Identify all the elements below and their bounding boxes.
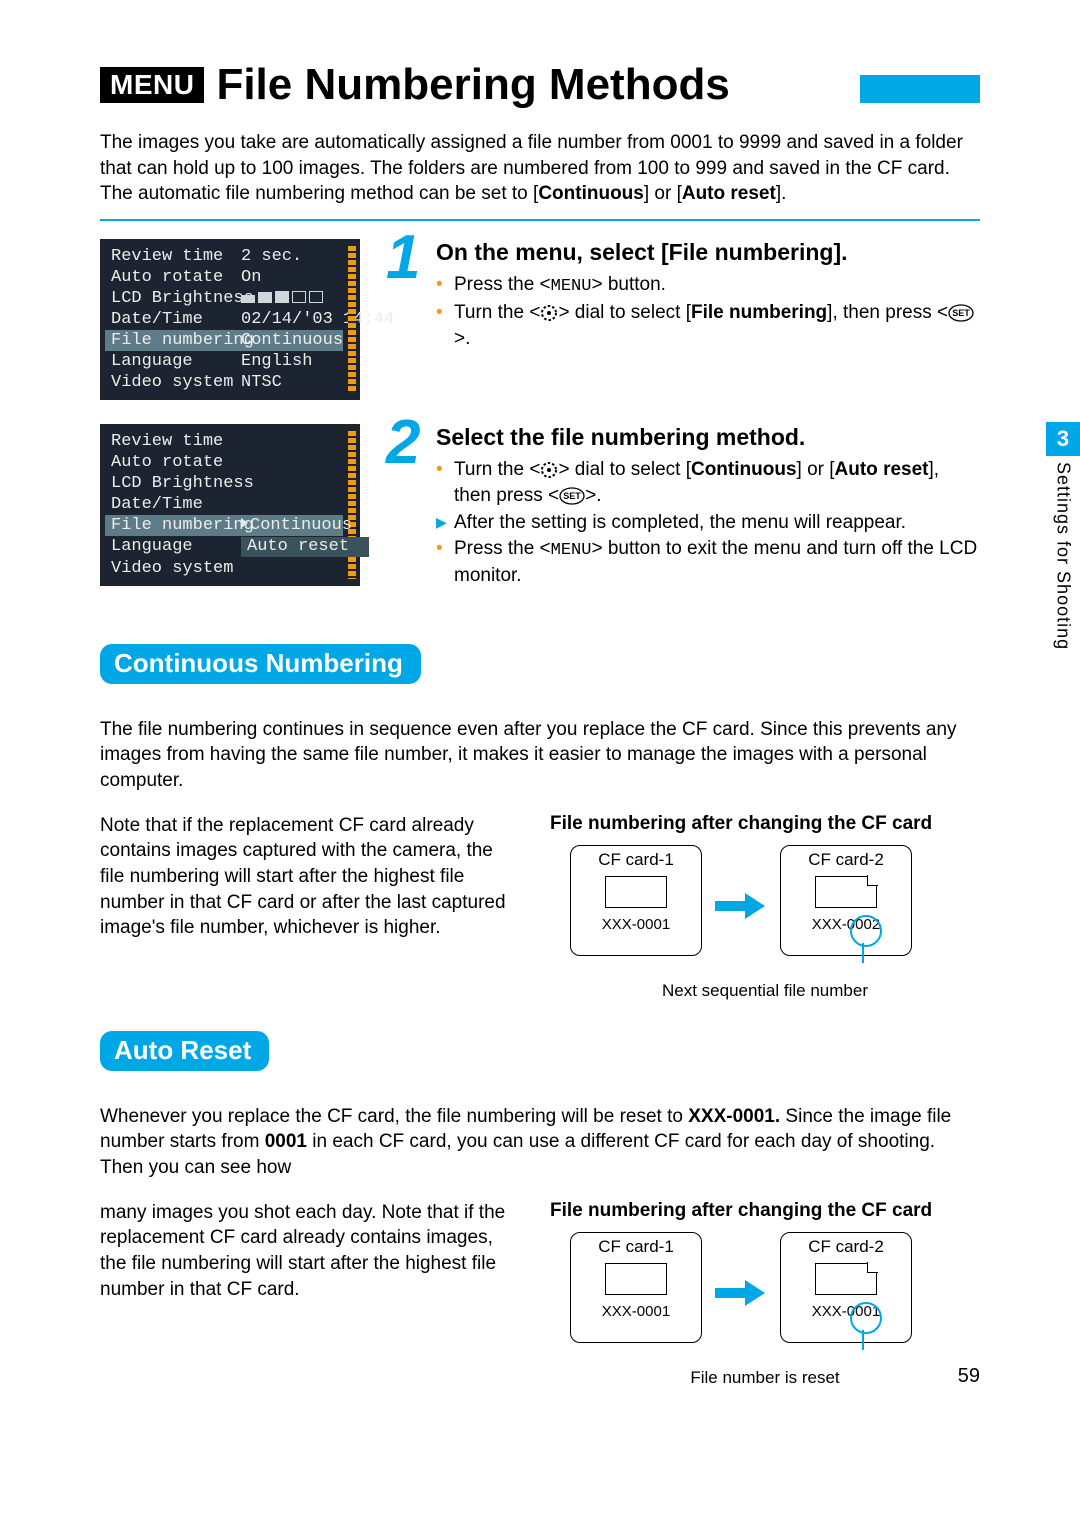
step-2-bullet-2: After the setting is completed, the menu… xyxy=(436,510,980,536)
step-number-2: 2 xyxy=(386,412,420,474)
highlight-circle-icon xyxy=(850,915,882,947)
page-title-row: MENU File Numbering Methods xyxy=(100,60,980,110)
section-a-paragraph-1: The file numbering continues in sequence… xyxy=(100,717,980,794)
section-a-caption: Next sequential file number xyxy=(550,981,980,1001)
section-b-paragraph-1: Whenever you replace the CF card, the fi… xyxy=(100,1104,980,1181)
step-1-row: Review time2 sec. Auto rotateOn LCD Brig… xyxy=(100,239,980,400)
section-a-paragraph-2: Note that if the replacement CF card alr… xyxy=(100,813,520,1001)
title-accent-bar xyxy=(860,75,980,103)
chapter-label: Settings for Shooting xyxy=(1053,462,1074,650)
svg-text:SET: SET xyxy=(563,491,581,501)
page-number: 59 xyxy=(958,1365,980,1388)
step-2-bullet-1: Turn the <> dial to select [Continuous] … xyxy=(436,457,980,509)
page-title: File Numbering Methods xyxy=(216,60,840,110)
section-a-diagram-title: File numbering after changing the CF car… xyxy=(550,813,980,835)
step-2-row: Review time Auto rotate LCD Brightness D… xyxy=(100,424,980,590)
menu-button-label: MENU xyxy=(551,277,592,296)
svg-text:SET: SET xyxy=(952,308,970,318)
step-1-bullet-2: Turn the <> dial to select [File numberi… xyxy=(436,300,980,351)
section-autoreset-heading: Auto Reset xyxy=(100,1031,269,1071)
highlight-circle-icon xyxy=(850,1302,882,1334)
step-number-1: 1 xyxy=(386,227,420,289)
section-continuous-heading: Continuous Numbering xyxy=(100,644,421,684)
menu-badge-icon: MENU xyxy=(100,67,204,103)
intro-paragraph: The images you take are automatically as… xyxy=(100,130,980,207)
side-chapter-tab: 3 Settings for Shooting xyxy=(1046,422,1080,650)
set-button-icon: SET xyxy=(559,483,585,509)
step-1-title: On the menu, select [File numbering]. xyxy=(436,239,980,266)
step-1-bullet-1: Press the <MENU> button. xyxy=(436,272,980,299)
step-2-title: Select the file numbering method. xyxy=(436,424,980,451)
arrow-right-icon xyxy=(715,893,765,924)
menu-button-label: MENU xyxy=(551,541,592,560)
step-2-bullet-3: Press the <MENU> button to exit the menu… xyxy=(436,536,980,589)
lcd-screenshot-2: Review time Auto rotate LCD Brightness D… xyxy=(100,424,360,586)
cf-card-diagram-continuous: CF card-1 XXX-0001 CF card-2 XXX-0002 xyxy=(550,845,980,975)
section-b-caption: File number is reset xyxy=(550,1368,980,1388)
section-b-paragraph-2: many images you shot each day. Note that… xyxy=(100,1200,520,1388)
dial-icon xyxy=(540,457,558,483)
brightness-indicator-icon xyxy=(241,289,349,303)
arrow-right-icon xyxy=(715,1280,765,1311)
divider-line xyxy=(100,219,980,221)
section-b-diagram-title: File numbering after changing the CF car… xyxy=(550,1200,980,1222)
chapter-number-badge: 3 xyxy=(1046,422,1080,456)
dial-icon xyxy=(540,300,558,326)
set-button-icon: SET xyxy=(948,300,974,326)
lcd-scrollbar-icon xyxy=(348,246,356,393)
lcd-screenshot-1: Review time2 sec. Auto rotateOn LCD Brig… xyxy=(100,239,360,400)
menu-selection-arrow-icon xyxy=(241,518,248,528)
cf-card-diagram-autoreset: CF card-1 XXX-0001 CF card-2 XXX-0001 xyxy=(550,1232,980,1362)
